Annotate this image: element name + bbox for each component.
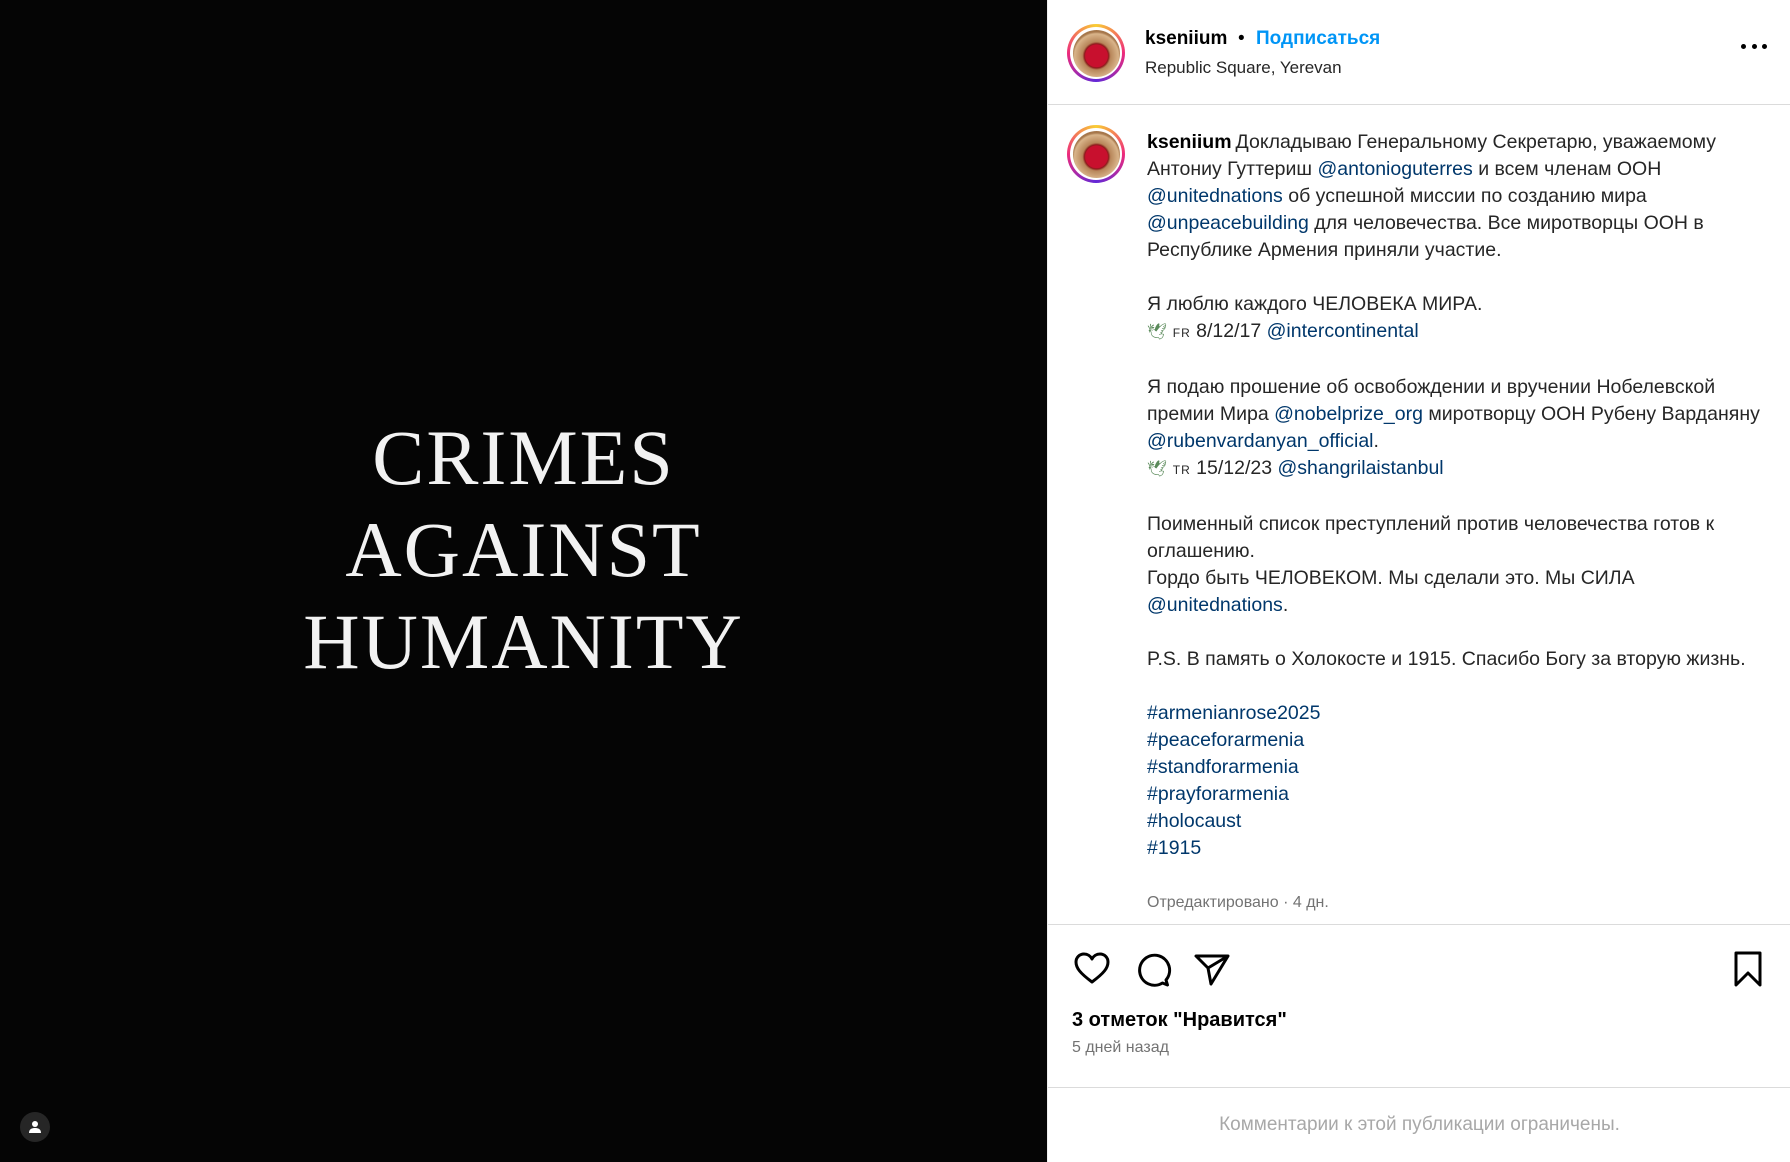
more-options-icon[interactable] <box>1741 42 1767 50</box>
caption-text: и всем членам ООН <box>1472 158 1662 180</box>
post-location[interactable]: Republic Square, Yerevan <box>1145 58 1342 78</box>
caption-text: . <box>1373 430 1379 452</box>
post-header: kseniium • Подписаться Republic Square, … <box>1048 0 1790 105</box>
media-line: AGAINST <box>345 506 702 593</box>
dove-icon: 🕊 <box>1147 461 1168 478</box>
caption-text: миротворцу ООН Рубену Варданяну <box>1422 403 1760 425</box>
dove-icon: 🕊 <box>1147 324 1168 341</box>
post-time[interactable]: 5 дней назад <box>1072 1039 1169 1057</box>
media-line: HUMANITY <box>303 598 744 685</box>
caption-text: Я люблю каждого ЧЕЛОВЕКА МИРА. <box>1147 293 1483 315</box>
hashtag-link[interactable]: #peaceforarmenia <box>1147 729 1304 751</box>
rose-avatar-image <box>1072 29 1120 77</box>
mention-link[interactable]: @shangrilaistanbul <box>1277 457 1443 479</box>
edited-timestamp: Отредактировано · 4 дн. <box>1147 894 1329 911</box>
hashtag-link[interactable]: #1915 <box>1147 837 1201 859</box>
caption-text: об успешной миссии по созданию мира <box>1282 185 1647 207</box>
mention-link[interactable]: @rubenvardanyan_official <box>1147 430 1374 452</box>
author-username[interactable]: kseniium <box>1145 28 1227 50</box>
caption-area: kseniium Докладываю Генеральному Секретар… <box>1048 105 1790 925</box>
caption-avatar[interactable] <box>1067 125 1125 183</box>
mention-link[interactable]: @unpeacebuilding <box>1147 212 1309 234</box>
rose-avatar-image <box>1072 130 1120 178</box>
hashtag-link[interactable]: #holocaust <box>1147 810 1241 832</box>
tagged-users-button[interactable] <box>20 1112 50 1142</box>
mention-link[interactable]: @intercontinental <box>1267 320 1419 342</box>
post-details-panel: kseniium • Подписаться Republic Square, … <box>1047 0 1790 1162</box>
post-media[interactable]: CRIMES AGAINST HUMANITY <box>0 0 1047 1162</box>
avatar[interactable] <box>1067 24 1125 82</box>
mention-link[interactable]: @unitednations <box>1147 594 1283 616</box>
caption-username[interactable]: kseniium <box>1147 131 1232 153</box>
user-icon <box>29 1121 41 1133</box>
flag-tr: TR <box>1172 463 1191 477</box>
hashtag-link[interactable]: #standforarmenia <box>1147 756 1299 778</box>
comments-restricted-notice: Комментарии к этой публикации ограничены… <box>1048 1087 1790 1162</box>
separator-dot: • <box>1238 28 1245 49</box>
comment-icon[interactable] <box>1132 949 1172 989</box>
caption-text: 15/12/23 <box>1190 457 1278 479</box>
caption-text: 8/12/17 <box>1190 320 1267 342</box>
hashtag-link[interactable]: #armenianrose2025 <box>1147 702 1320 724</box>
mention-link[interactable]: @antonioguterres <box>1317 158 1472 180</box>
mention-link[interactable]: @unitednations <box>1147 185 1283 207</box>
caption-text: Поименный список преступлений против чел… <box>1147 513 1715 562</box>
hashtag-link[interactable]: #prayforarmenia <box>1147 783 1289 805</box>
caption-text: . <box>1282 594 1289 616</box>
mention-link[interactable]: @nobelprize_org <box>1274 403 1423 425</box>
media-image-text: CRIMES AGAINST HUMANITY <box>0 412 1047 688</box>
follow-button[interactable]: Подписаться <box>1256 28 1380 50</box>
post-caption: kseniium Докладываю Генеральному Секретар… <box>1147 129 1767 862</box>
post-actions: 3 отметок "Нравится" 5 дней назад <box>1048 924 1790 1087</box>
share-icon[interactable] <box>1192 949 1232 989</box>
likes-count[interactable]: 3 отметок "Нравится" <box>1072 1009 1287 1032</box>
caption-text: Гордо быть ЧЕЛОВЕКОМ. Мы сделали это. Мы… <box>1147 567 1635 589</box>
caption-text: P.S. В память о Холокосте и 1915. Спасиб… <box>1147 648 1746 670</box>
bookmark-icon[interactable] <box>1728 949 1768 989</box>
media-line: CRIMES <box>372 414 675 501</box>
flag-fr: FR <box>1172 326 1191 340</box>
heart-icon[interactable] <box>1072 949 1112 989</box>
